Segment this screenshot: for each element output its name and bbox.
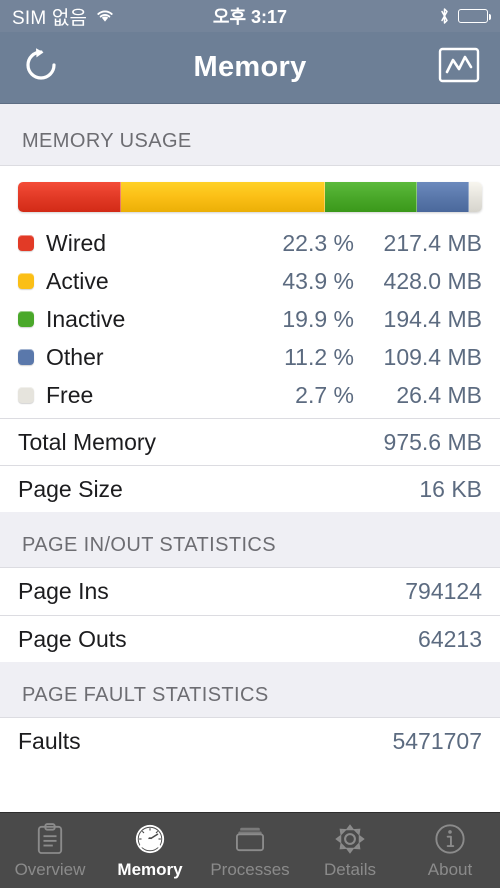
memory-legend-list: Wired 22.3 % 217.4 MB Active 43.9 % 428.0 MB I…	[0, 224, 500, 418]
gauge-icon	[134, 821, 166, 857]
refresh-button[interactable]	[18, 45, 64, 91]
tab-label: Processes	[210, 860, 290, 879]
section-header-memory-usage: MEMORY USAGE	[0, 104, 500, 166]
legend-percent: 19.9 %	[282, 305, 354, 332]
memory-bar-wrap	[0, 166, 500, 224]
scroll-content[interactable]: MEMORY USAGE Wired 22.3 % 217.4 MB Active 43…	[0, 104, 500, 812]
tab-bar: Overview Memory Processes Details About	[0, 812, 500, 888]
clipboard-icon	[36, 821, 64, 857]
row-page-outs-key: Page Outs	[18, 625, 127, 652]
status-bar: SIM 없음 오후 3:17	[0, 0, 500, 32]
page-title: Memory	[193, 51, 307, 83]
folder-icon	[234, 821, 266, 857]
section-body-memory-usage: Wired 22.3 % 217.4 MB Active 43.9 % 428.0 MB I…	[0, 166, 500, 512]
row-faults: Faults 5471707	[0, 718, 500, 765]
tab-processes[interactable]: Processes	[200, 813, 300, 888]
legend-row: Inactive 19.9 % 194.4 MB	[0, 300, 500, 338]
wifi-icon	[95, 8, 115, 24]
legend-swatch	[18, 311, 34, 327]
legend-row: Free 2.7 % 26.4 MB	[0, 376, 500, 414]
section-body-page-fault: Faults 5471707	[0, 718, 500, 765]
memory-bar-segment	[417, 182, 470, 212]
row-total-memory-key: Total Memory	[18, 428, 157, 455]
legend-percent: 43.9 %	[282, 267, 354, 294]
legend-label: Active	[46, 267, 109, 294]
legend-label: Free	[46, 381, 94, 408]
info-icon	[434, 821, 466, 857]
legend-label: Other	[46, 343, 104, 370]
legend-percent: 11.2 %	[284, 343, 354, 370]
section-body-page-in-out: Page Ins 794124 Page Outs 64213	[0, 568, 500, 662]
tab-details[interactable]: Details	[300, 813, 400, 888]
row-page-size: Page Size 16 KB	[0, 465, 500, 512]
legend-size: 194.4 MB	[383, 305, 482, 332]
memory-usage-bar	[18, 182, 482, 212]
row-faults-key: Faults	[18, 728, 81, 754]
tab-memory[interactable]: Memory	[100, 813, 200, 888]
refresh-icon	[21, 45, 61, 90]
bluetooth-icon	[439, 7, 450, 25]
tab-about[interactable]: About	[400, 813, 500, 888]
row-page-outs-value: 64213	[418, 625, 482, 652]
section-header-page-in-out: PAGE IN/OUT STATISTICS	[0, 512, 500, 568]
legend-size: 428.0 MB	[383, 267, 482, 294]
row-page-size-value: 16 KB	[419, 475, 482, 502]
memory-bar-segment	[121, 182, 326, 212]
legend-swatch	[18, 387, 34, 403]
legend-row: Wired 22.3 % 217.4 MB	[0, 224, 500, 262]
legend-swatch	[18, 273, 34, 289]
row-page-ins-value: 794124	[405, 578, 482, 604]
memory-bar-segment	[469, 182, 482, 212]
status-bar-right	[439, 7, 491, 25]
carrier-label: SIM 없음	[12, 7, 88, 29]
gear-icon	[334, 821, 366, 857]
legend-size: 217.4 MB	[383, 229, 482, 256]
line-chart-icon	[438, 47, 480, 88]
legend-size: 109.4 MB	[383, 343, 482, 370]
tab-label: Overview	[14, 860, 86, 879]
memory-bar-segment	[325, 182, 418, 212]
tab-label: About	[427, 860, 473, 879]
navigation-bar: Memory	[0, 32, 500, 104]
tab-label: Details	[324, 860, 376, 879]
graph-button[interactable]	[436, 47, 482, 89]
row-page-outs: Page Outs 64213	[0, 615, 500, 662]
row-page-ins: Page Ins 794124	[0, 568, 500, 615]
legend-size: 26.4 MB	[396, 381, 482, 408]
battery-icon	[458, 9, 491, 23]
legend-swatch	[18, 235, 34, 251]
row-page-size-key: Page Size	[18, 475, 123, 502]
status-bar-left: SIM 없음	[12, 3, 115, 30]
section-header-page-fault: PAGE FAULT STATISTICS	[0, 662, 500, 718]
row-total-memory-value: 975.6 MB	[383, 428, 482, 455]
legend-swatch	[18, 349, 34, 365]
row-page-ins-key: Page Ins	[18, 578, 109, 604]
legend-percent: 2.7 %	[295, 381, 354, 408]
tab-label: Memory	[117, 860, 183, 879]
legend-row: Active 43.9 % 428.0 MB	[0, 262, 500, 300]
memory-bar-segment	[18, 182, 122, 212]
row-faults-value: 5471707	[392, 728, 482, 754]
tab-overview[interactable]: Overview	[0, 813, 100, 888]
row-total-memory: Total Memory 975.6 MB	[0, 418, 500, 465]
legend-row: Other 11.2 % 109.4 MB	[0, 338, 500, 376]
legend-label: Inactive	[46, 305, 126, 332]
legend-label: Wired	[46, 229, 107, 256]
legend-percent: 22.3 %	[282, 229, 354, 256]
